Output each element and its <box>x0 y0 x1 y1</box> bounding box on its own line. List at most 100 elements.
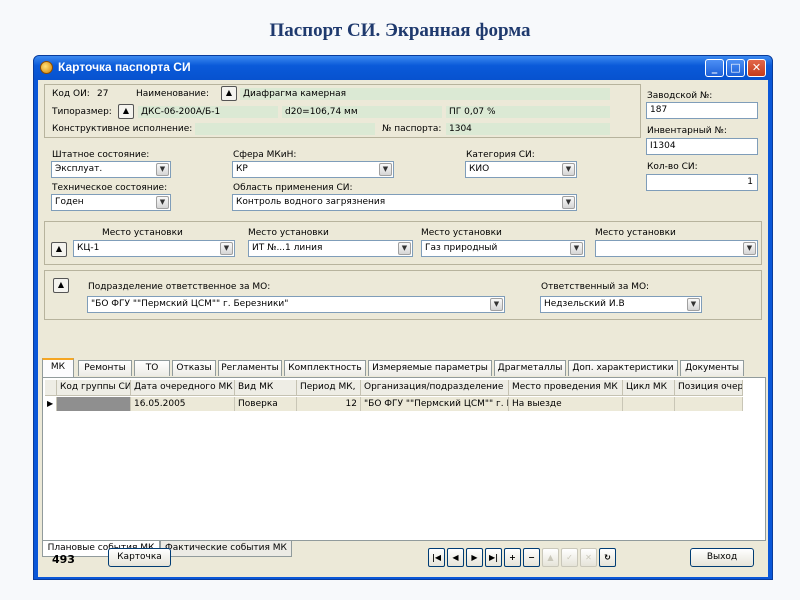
resp-label: Ответственный за МО: <box>541 282 650 292</box>
tab-otkazy[interactable]: Отказы <box>172 360 216 376</box>
minimize-button[interactable]: _ <box>705 59 724 77</box>
card-button[interactable]: Карточка <box>108 548 171 567</box>
chevron-down-icon[interactable]: ▼ <box>156 196 169 209</box>
tab-strip: МК Ремонты ТО Отказы Регламенты Комплект… <box>42 358 766 378</box>
chevron-down-icon[interactable]: ▼ <box>687 298 700 311</box>
mk-grid: Код группы СИ Дата очередного МК Вид МК … <box>42 377 766 541</box>
maximize-button[interactable]: □ <box>726 59 745 77</box>
col-header-cikl[interactable]: Цикл МК <box>623 380 675 396</box>
invent-label: Инвентарный №: <box>647 126 727 136</box>
d20-value: d20=106,74 мм <box>282 106 442 118</box>
window-title: Карточка паспорта СИ <box>58 60 191 74</box>
naim-expand-button[interactable]: ▲ <box>221 86 237 101</box>
kategoria-label: Категория СИ: <box>466 150 535 160</box>
chevron-down-icon[interactable]: ▼ <box>562 196 575 209</box>
cell-cikl[interactable] <box>623 397 675 411</box>
tab-mk[interactable]: МК <box>42 358 74 377</box>
podr-label: Подразделение ответственное за МО: <box>88 282 271 292</box>
cell-mesto[interactable]: На выезде <box>509 397 623 411</box>
tech-value: Годен <box>55 197 84 207</box>
location-select-4[interactable]: ▼ <box>595 240 758 257</box>
col-header-pos[interactable]: Позиция очер. <box>675 380 743 396</box>
chevron-down-icon[interactable]: ▼ <box>398 242 411 255</box>
tab-remonty[interactable]: Ремонты <box>78 360 132 376</box>
chevron-down-icon[interactable]: ▼ <box>743 242 756 255</box>
podr-select[interactable]: "БО ФГУ ""Пермский ЦСМ"" г. Березники" ▼ <box>87 296 505 313</box>
post-record-icon: ✓ <box>561 548 578 567</box>
prev-record-icon[interactable]: ◀ <box>447 548 464 567</box>
window-titlebar[interactable]: Карточка паспорта СИ _ □ ✕ <box>34 56 772 80</box>
zavod-input[interactable]: 187 <box>646 102 758 119</box>
col-header-vid[interactable]: Вид МК <box>235 380 297 396</box>
tab-dop[interactable]: Доп. характеристики <box>568 360 678 376</box>
tab-izmeryaemye[interactable]: Измеряемые параметры <box>368 360 492 376</box>
location-select-3[interactable]: Газ природный ▼ <box>421 240 585 257</box>
cell-kod[interactable] <box>57 397 131 411</box>
shtat-label: Штатное состояние: <box>52 150 150 160</box>
tab-actual-events[interactable]: Фактические события МК <box>160 541 292 557</box>
row-indicator-header <box>45 380 57 396</box>
chevron-down-icon[interactable]: ▼ <box>156 163 169 176</box>
record-navigator: |◀ ◀ ▶ ▶| + − ▲ ✓ ✕ ↻ <box>428 548 648 568</box>
location-value-1: КЦ-1 <box>77 243 100 253</box>
tipo-label: Типоразмер: <box>52 107 112 117</box>
location-select-2[interactable]: ИТ №...1 линия ▼ <box>248 240 413 257</box>
cell-vid[interactable]: Поверка <box>235 397 297 411</box>
col-header-date[interactable]: Дата очередного МК <box>131 380 235 396</box>
chevron-down-icon[interactable]: ▼ <box>220 242 233 255</box>
tipo-value: ДКС-06-200А/Б-1 <box>138 106 278 118</box>
shtat-select[interactable]: Эксплуат. ▼ <box>51 161 171 178</box>
col-header-kod[interactable]: Код группы СИ <box>57 380 131 396</box>
resp-select[interactable]: Недзельский И.В ▼ <box>540 296 702 313</box>
add-record-icon[interactable]: + <box>504 548 521 567</box>
close-button[interactable]: ✕ <box>747 59 766 77</box>
tab-dragmetally[interactable]: Драгметаллы <box>494 360 566 376</box>
oblast-label: Область применения СИ: <box>233 183 353 193</box>
tipo-expand-button[interactable]: ▲ <box>118 104 134 119</box>
kategoria-select[interactable]: КИО ▼ <box>465 161 577 178</box>
tab-komplektnost[interactable]: Комплектность <box>284 360 366 376</box>
tab-reglamenty[interactable]: Регламенты <box>218 360 282 376</box>
location-expand-button[interactable]: ▲ <box>51 242 67 257</box>
tech-select[interactable]: Годен ▼ <box>51 194 171 211</box>
tab-dokumenty[interactable]: Документы <box>680 360 744 376</box>
col-header-mesto[interactable]: Место проведения МК <box>509 380 623 396</box>
cell-org[interactable]: "БО ФГУ ""Пермский ЦСМ"" г. Бе <box>361 397 509 411</box>
cell-pos[interactable] <box>675 397 743 411</box>
sfera-select[interactable]: КР ▼ <box>232 161 394 178</box>
bottom-tab-strip: Плановые события МК Фактические события … <box>42 541 442 558</box>
chevron-down-icon[interactable]: ▼ <box>490 298 503 311</box>
tab-to[interactable]: ТО <box>134 360 170 376</box>
app-icon <box>40 61 53 74</box>
tech-label: Техническое состояние: <box>52 183 168 193</box>
location-select-1[interactable]: КЦ-1 ▼ <box>73 240 235 257</box>
chevron-down-icon[interactable]: ▼ <box>562 163 575 176</box>
window-client: Код ОИ: 27 Наименование: ▲ Диафрагма кам… <box>38 80 768 577</box>
shtat-value: Эксплуат. <box>55 164 103 174</box>
konstr-label: Конструктивное исполнение: <box>52 124 193 134</box>
exit-button[interactable]: Выход <box>690 548 754 567</box>
refresh-icon[interactable]: ↻ <box>599 548 616 567</box>
chevron-down-icon[interactable]: ▼ <box>379 163 392 176</box>
col-header-period[interactable]: Период МК, <box>297 380 361 396</box>
chevron-down-icon[interactable]: ▼ <box>570 242 583 255</box>
cancel-record-icon: ✕ <box>580 548 597 567</box>
next-record-icon[interactable]: ▶ <box>466 548 483 567</box>
pg-value: ПГ 0,07 % <box>446 106 610 118</box>
last-record-icon[interactable]: ▶| <box>485 548 502 567</box>
invent-input[interactable]: I1304 <box>646 138 758 155</box>
col-header-org[interactable]: Организация/подразделение <box>361 380 509 396</box>
passport-window: Карточка паспорта СИ _ □ ✕ Код ОИ: 27 На… <box>33 55 773 580</box>
slide-title: Паспорт СИ. Экранная форма <box>269 20 531 41</box>
edit-record-icon: ▲ <box>542 548 559 567</box>
first-record-icon[interactable]: |◀ <box>428 548 445 567</box>
sfera-label: Сфера МКиН: <box>233 150 297 160</box>
location-label-4: Место установки <box>595 228 676 238</box>
delete-record-icon[interactable]: − <box>523 548 540 567</box>
oblast-select[interactable]: Контроль водного загрязнения ▼ <box>232 194 577 211</box>
cell-period[interactable]: 12 <box>297 397 361 411</box>
podr-value: "БО ФГУ ""Пермский ЦСМ"" г. Березники" <box>91 299 289 309</box>
kol-input[interactable]: 1 <box>646 174 758 191</box>
cell-date[interactable]: 16.05.2005 <box>131 397 235 411</box>
mo-expand-button[interactable]: ▲ <box>53 278 69 293</box>
